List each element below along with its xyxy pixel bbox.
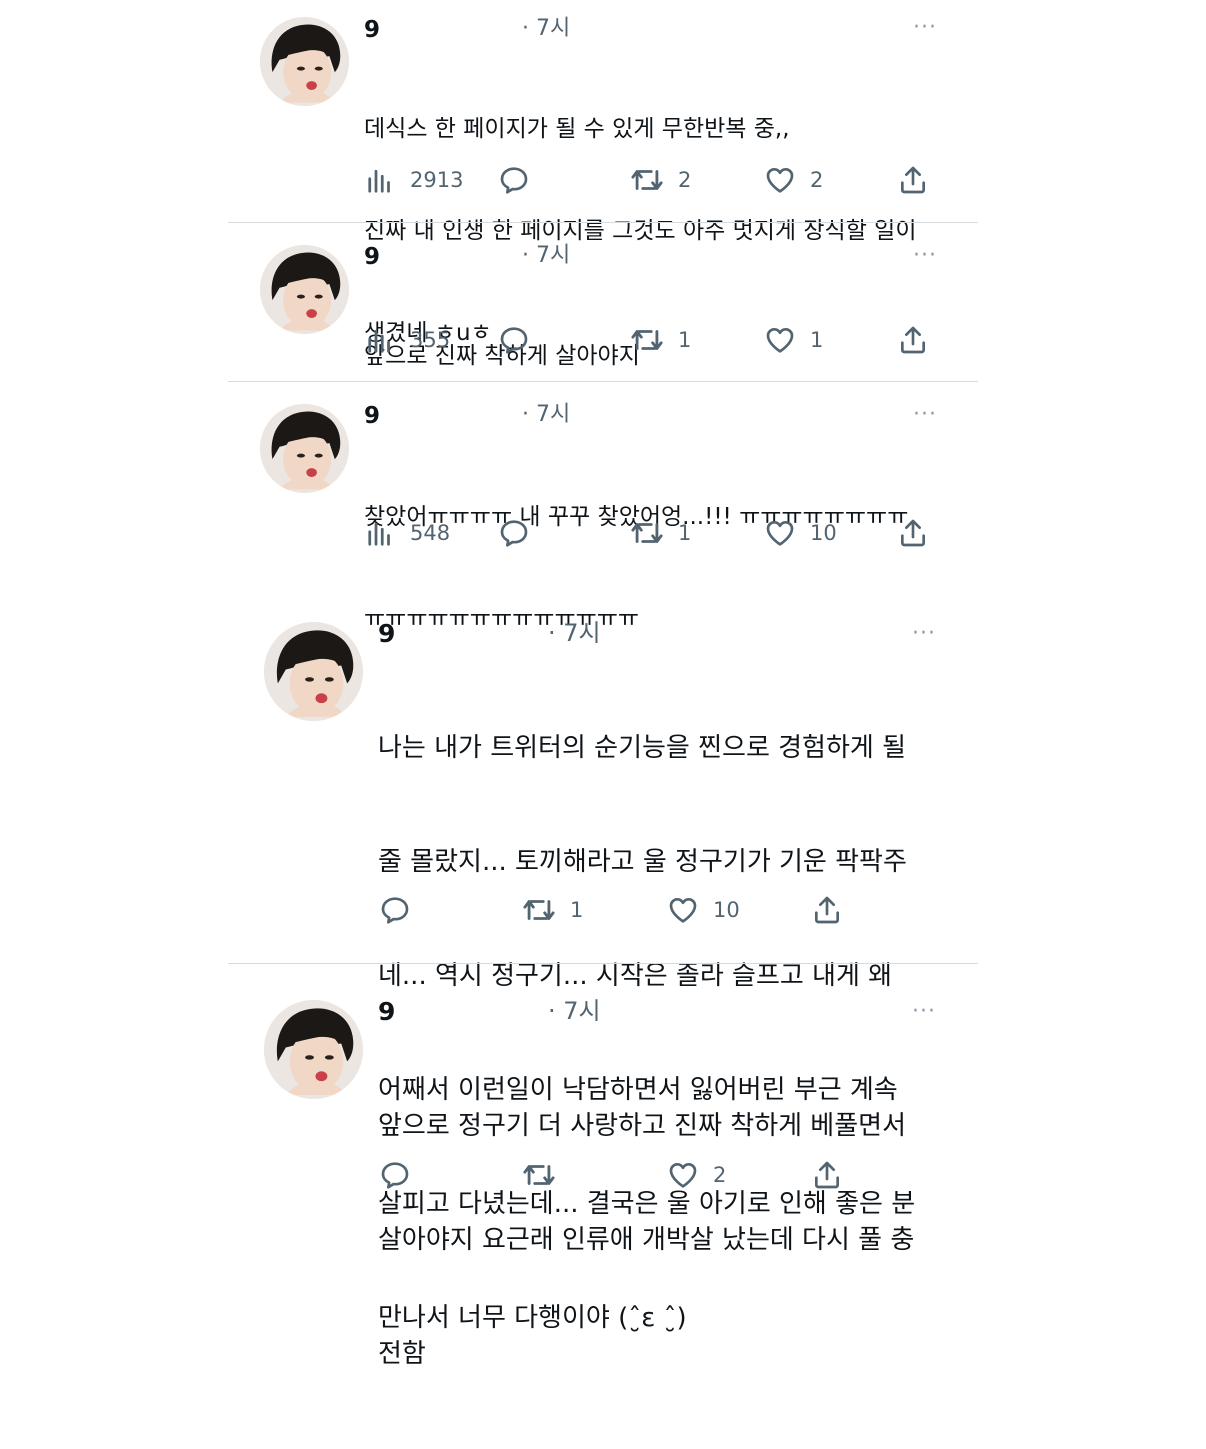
share-upload-icon <box>811 1159 843 1191</box>
like-button[interactable]: 10 <box>667 893 740 927</box>
share-button[interactable] <box>897 323 929 357</box>
action-bar: 2 <box>0 1158 1206 1192</box>
retweet-count: 1 <box>678 328 692 352</box>
views-button[interactable]: 548 <box>366 516 450 550</box>
speech-bubble-icon <box>498 324 530 356</box>
views-button[interactable]: 355 <box>366 323 450 357</box>
retweet-icon <box>630 516 664 550</box>
tweet-text: 앞으로 정구기 더 사랑하고 진짜 착하게 베풀면서 살아야지 요근래 인류애 … <box>378 1031 968 1449</box>
text-line: 앞으로 정구기 더 사랑하고 진짜 착하게 베풀면서 <box>378 1111 906 1141</box>
avatar[interactable] <box>260 404 349 493</box>
text-line: 줄 몰랐지... 토끼해라고 울 정구기가 기운 팍팍주 <box>378 847 907 877</box>
retweet-count: 2 <box>678 168 692 192</box>
avatar[interactable] <box>260 17 349 106</box>
retweet-icon <box>630 163 664 197</box>
share-upload-icon <box>811 894 843 926</box>
bar-chart-icon <box>366 518 396 548</box>
action-bar: 2913 2 2 <box>0 163 1206 197</box>
more-dots-icon[interactable]: ··· <box>912 623 936 645</box>
heart-icon <box>764 517 796 549</box>
author-name[interactable]: 9 <box>364 243 380 271</box>
timestamp[interactable]: · 7시 <box>548 997 601 1025</box>
share-upload-icon <box>897 517 929 549</box>
like-count: 2 <box>810 168 824 192</box>
views-count: 548 <box>410 521 451 545</box>
heart-icon <box>764 164 796 196</box>
like-button[interactable]: 1 <box>764 323 823 357</box>
retweet-button[interactable]: 1 <box>522 893 583 927</box>
retweet-icon <box>630 323 664 357</box>
heart-icon <box>764 324 796 356</box>
like-button[interactable]: 2 <box>764 163 823 197</box>
retweet-button[interactable]: 1 <box>630 516 691 550</box>
reply-button[interactable] <box>379 893 411 927</box>
author-name[interactable]: 9 <box>378 620 395 648</box>
share-button[interactable] <box>897 163 929 197</box>
retweet-button[interactable] <box>522 1158 556 1192</box>
tweet-3: 9 · 7시 ··· 찾았어ㅠㅠㅠㅠ 내 꾸꾸 찾았어엉...!!! ㅠㅠㅠㅠㅠ… <box>0 382 1206 632</box>
share-button[interactable] <box>897 516 929 550</box>
tweet-2: 9 · 7시 ··· 앞으로 진짜 착하게 살아야지 355 1 1 <box>0 223 1206 381</box>
text-line: 살아야지 요근래 인류애 개박살 났는데 다시 풀 충 <box>378 1225 915 1255</box>
reply-button[interactable] <box>498 516 530 550</box>
tweet-4: 9 · 7시 ··· 나는 내가 트위터의 순기능을 찐으로 경험하게 될 줄 … <box>0 600 1206 1333</box>
bar-chart-icon <box>366 165 396 195</box>
speech-bubble-icon <box>498 164 530 196</box>
timestamp[interactable]: · 7시 <box>522 401 570 429</box>
reply-button[interactable] <box>379 1158 411 1192</box>
more-dots-icon[interactable]: ··· <box>913 17 937 39</box>
action-bar: 1 10 <box>0 893 1206 927</box>
heart-icon <box>667 1159 699 1191</box>
text-line: 나는 내가 트위터의 순기능을 찐으로 경험하게 될 <box>378 733 906 763</box>
retweet-icon <box>522 893 556 927</box>
share-upload-icon <box>897 164 929 196</box>
timestamp[interactable]: · 7시 <box>522 242 570 270</box>
more-dots-icon[interactable]: ··· <box>913 245 937 267</box>
retweet-icon <box>522 1158 556 1192</box>
like-button[interactable]: 10 <box>764 516 837 550</box>
heart-icon <box>667 894 699 926</box>
retweet-button[interactable]: 1 <box>630 323 691 357</box>
like-count: 10 <box>713 898 740 922</box>
author-name[interactable]: 9 <box>364 402 380 430</box>
speech-bubble-icon <box>498 517 530 549</box>
views-count: 2913 <box>410 168 464 192</box>
share-button[interactable] <box>811 1158 843 1192</box>
action-bar: 548 1 10 <box>0 516 1206 550</box>
bar-chart-icon <box>366 325 396 355</box>
text-line: 데식스 한 페이지가 될 수 있게 무한반복 중,, <box>364 116 790 142</box>
like-count: 10 <box>810 521 837 545</box>
speech-bubble-icon <box>379 1159 411 1191</box>
avatar[interactable] <box>260 245 349 334</box>
share-upload-icon <box>897 324 929 356</box>
reply-button[interactable] <box>498 163 530 197</box>
more-dots-icon[interactable]: ··· <box>913 404 937 426</box>
speech-bubble-icon <box>379 894 411 926</box>
more-dots-icon[interactable]: ··· <box>912 1001 936 1023</box>
tweet-1: 9 · 7시 ··· 데식스 한 페이지가 될 수 있게 무한반복 중,, 진짜… <box>0 0 1206 346</box>
divider <box>228 963 978 964</box>
like-count: 2 <box>713 1163 727 1187</box>
action-bar: 355 1 1 <box>0 323 1206 357</box>
timestamp[interactable]: · 7시 <box>522 15 570 43</box>
author-name[interactable]: 9 <box>378 998 395 1026</box>
share-button[interactable] <box>811 893 843 927</box>
views-count: 355 <box>410 328 451 352</box>
tweet-5: 9 · 7시 ··· 앞으로 정구기 더 사랑하고 진짜 착하게 베풀면서 살아… <box>0 978 1206 1369</box>
views-button[interactable]: 2913 <box>366 163 463 197</box>
like-count: 1 <box>810 328 824 352</box>
avatar[interactable] <box>264 622 363 721</box>
author-name[interactable]: 9 <box>364 16 380 44</box>
text-line: 전함 <box>378 1339 426 1369</box>
like-button[interactable]: 2 <box>667 1158 726 1192</box>
retweet-count: 1 <box>678 521 692 545</box>
reply-button[interactable] <box>498 323 530 357</box>
retweet-count: 1 <box>570 898 584 922</box>
timestamp[interactable]: · 7시 <box>548 619 601 647</box>
retweet-button[interactable]: 2 <box>630 163 691 197</box>
avatar[interactable] <box>264 1000 363 1099</box>
